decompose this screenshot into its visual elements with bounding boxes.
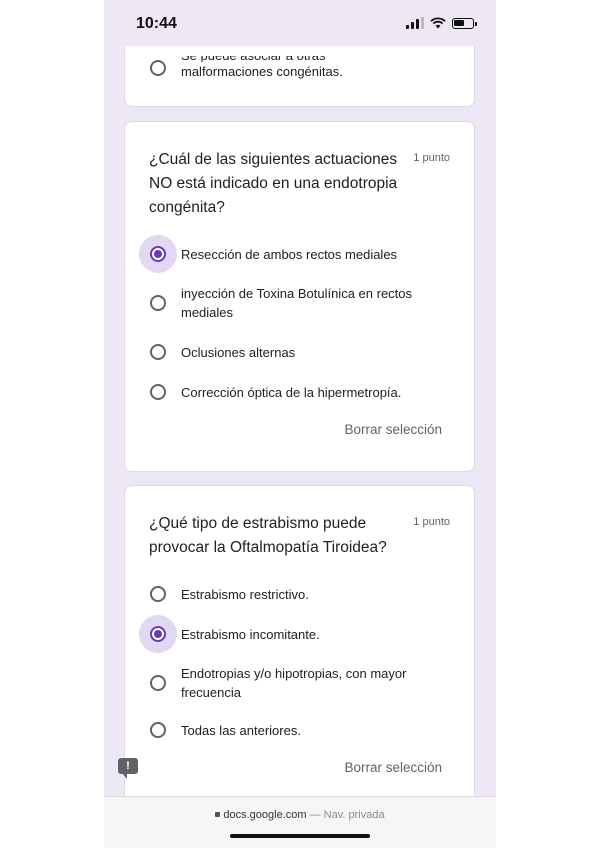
question-card-previous: Se puede asociar a otras malformaciones … <box>124 46 475 107</box>
radio-checked-icon <box>150 246 166 262</box>
option-label: inyección de Toxina Botulínica en rectos… <box>181 286 413 320</box>
radio-button[interactable] <box>139 711 177 749</box>
radio-button[interactable] <box>139 664 177 702</box>
option-label: Todas las anteriores. <box>181 722 301 738</box>
radio-button[interactable] <box>139 49 177 87</box>
option-label: malformaciones congénitas. <box>181 63 343 79</box>
question-card-2: ¿Qué tipo de estrabismo puede provocar l… <box>124 485 475 796</box>
radio-button[interactable] <box>139 373 177 411</box>
option-3[interactable]: Oclusiones alternas <box>139 333 449 371</box>
radio-button[interactable] <box>139 284 177 322</box>
question-points: 1 punto <box>413 516 450 528</box>
radio-button-selected[interactable] <box>139 615 177 653</box>
option-3[interactable]: Endotropias y/o hipotropias, con mayor f… <box>139 664 449 702</box>
option-1[interactable]: Estrabismo restrictivo. <box>139 575 449 613</box>
battery-fill <box>454 19 464 26</box>
url-domain: docs.google.com <box>223 809 307 821</box>
option-label: Estrabismo incomitante. <box>181 626 320 642</box>
radio-icon <box>150 295 166 311</box>
status-bar: 10:44 <box>104 0 496 46</box>
status-time: 10:44 <box>136 15 177 32</box>
option-label: Estrabismo restrictivo. <box>181 586 309 602</box>
option-2[interactable]: inyección de Toxina Botulínica en rectos… <box>139 284 449 322</box>
option-2[interactable]: Estrabismo incomitante. <box>139 615 449 653</box>
option-label: Oclusiones alternas <box>181 344 296 360</box>
partial-option-text: Se puede asociar a otras <box>181 56 343 62</box>
status-icons <box>406 17 477 29</box>
url-separator: — <box>309 809 321 821</box>
option-label: Endotropias y/o hipotropias, con mayor f… <box>181 666 407 700</box>
wifi-icon <box>430 17 446 29</box>
option-previous[interactable]: Se puede asociar a otras malformaciones … <box>139 49 449 87</box>
battery-icon <box>452 17 477 29</box>
url-display[interactable]: docs.google.com — Nav. privada <box>104 809 496 821</box>
option-1[interactable]: Resección de ambos rectos mediales <box>139 235 449 273</box>
option-label: Corrección óptica de la hipermetropía. <box>181 384 402 400</box>
question-points: 1 punto <box>413 152 450 164</box>
radio-icon <box>150 586 166 602</box>
browser-url-bar[interactable]: docs.google.com — Nav. privada <box>104 796 496 848</box>
radio-button[interactable] <box>139 333 177 371</box>
home-indicator[interactable] <box>230 834 370 838</box>
option-label: Resección de ambos rectos mediales <box>181 246 398 262</box>
radio-icon <box>150 60 166 76</box>
option-4[interactable]: Todas las anteriores. <box>139 711 449 749</box>
radio-button-selected[interactable] <box>139 235 177 273</box>
report-feedback-icon[interactable]: ! <box>118 758 138 779</box>
question-title: ¿Cuál de las siguientes actuaciones NO e… <box>149 151 398 216</box>
radio-icon <box>150 675 166 691</box>
radio-icon <box>150 722 166 738</box>
option-4[interactable]: Corrección óptica de la hipermetropía. <box>139 373 449 411</box>
lock-icon <box>215 812 221 817</box>
radio-checked-icon <box>150 626 166 642</box>
radio-button[interactable] <box>139 575 177 613</box>
clear-selection-button[interactable]: Borrar selección <box>344 760 442 775</box>
cellular-signal-icon <box>406 17 424 29</box>
phone-screen: 10:44 Se puede asociar a otras malformac <box>104 0 496 848</box>
private-mode-label: Nav. privada <box>323 809 385 821</box>
question-card-1: ¿Cuál de las siguientes actuaciones NO e… <box>124 121 475 472</box>
question-title: ¿Qué tipo de estrabismo puede provocar l… <box>149 515 387 556</box>
clear-selection-button[interactable]: Borrar selección <box>344 422 442 437</box>
radio-icon <box>150 384 166 400</box>
radio-icon <box>150 344 166 360</box>
form-scroll-area[interactable]: Se puede asociar a otras malformaciones … <box>104 46 496 796</box>
